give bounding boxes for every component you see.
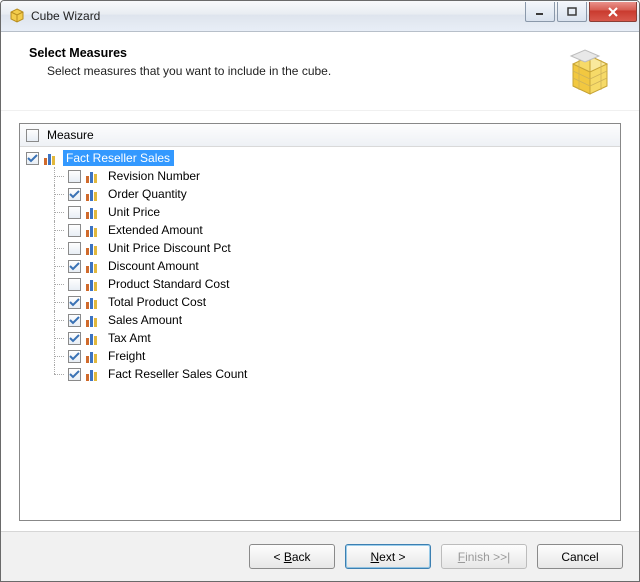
titlebar: Cube Wizard: [1, 1, 639, 32]
header-checkbox[interactable]: [26, 129, 39, 142]
checkbox[interactable]: [68, 188, 81, 201]
wizard-header: Select Measures Select measures that you…: [1, 32, 639, 111]
close-button[interactable]: [589, 2, 637, 22]
tree-header[interactable]: Measure: [20, 124, 620, 147]
tree-item-label[interactable]: Freight: [105, 348, 149, 364]
window-controls: [525, 2, 637, 22]
maximize-button[interactable]: [557, 2, 587, 22]
checkbox[interactable]: [68, 260, 81, 273]
measure-icon: [86, 259, 102, 273]
tree-item[interactable]: Freight: [24, 347, 616, 365]
tree-item[interactable]: Fact Reseller Sales Count: [24, 365, 616, 383]
next-button[interactable]: Next >: [345, 544, 431, 569]
page-title: Select Measures: [29, 46, 563, 60]
tree-elbow: [48, 347, 68, 365]
measure-tree[interactable]: Measure Fact Reseller Sales Revision Numb…: [19, 123, 621, 521]
tree-elbow: [48, 257, 68, 275]
tree-elbow: [48, 203, 68, 221]
checkbox[interactable]: [68, 296, 81, 309]
tree-elbow: [48, 167, 68, 185]
tree-item[interactable]: Total Product Cost: [24, 293, 616, 311]
page-subtitle: Select measures that you want to include…: [47, 64, 563, 78]
checkbox[interactable]: [68, 206, 81, 219]
checkbox[interactable]: [68, 314, 81, 327]
checkbox[interactable]: [68, 350, 81, 363]
measure-icon: [86, 277, 102, 291]
tree-elbow: [48, 365, 68, 383]
measure-icon: [86, 169, 102, 183]
window-title: Cube Wizard: [31, 9, 525, 23]
checkbox[interactable]: [26, 152, 39, 165]
tree-elbow: [48, 293, 68, 311]
measure-icon: [86, 187, 102, 201]
tree-item-label[interactable]: Tax Amt: [105, 330, 155, 346]
checkbox[interactable]: [68, 242, 81, 255]
back-button[interactable]: < Back: [249, 544, 335, 569]
tree-item-label[interactable]: Order Quantity: [105, 186, 191, 202]
measure-icon: [86, 331, 102, 345]
measure-icon: [86, 367, 102, 381]
finish-button: Finish >>|: [441, 544, 527, 569]
tree-item[interactable]: Tax Amt: [24, 329, 616, 347]
tree-item[interactable]: Unit Price: [24, 203, 616, 221]
tree-item[interactable]: Extended Amount: [24, 221, 616, 239]
tree-item-label[interactable]: Fact Reseller Sales Count: [105, 366, 251, 382]
tree-item-label[interactable]: Unit Price: [105, 204, 164, 220]
wizard-window: Cube Wizard Select Measures Select measu…: [0, 0, 640, 582]
tree-item[interactable]: Revision Number: [24, 167, 616, 185]
measure-icon: [44, 151, 60, 165]
checkbox[interactable]: [68, 368, 81, 381]
tree-item-label[interactable]: Unit Price Discount Pct: [105, 240, 235, 256]
tree-body[interactable]: Fact Reseller Sales Revision Number Order …: [20, 147, 620, 520]
tree-elbow: [48, 185, 68, 203]
cube-icon: [563, 46, 617, 100]
tree-elbow: [48, 311, 68, 329]
measure-icon: [86, 205, 102, 219]
app-icon: [9, 8, 25, 24]
measure-icon: [86, 349, 102, 363]
tree-item-label[interactable]: Sales Amount: [105, 312, 186, 328]
tree-item-label[interactable]: Product Standard Cost: [105, 276, 233, 292]
tree-item[interactable]: Discount Amount: [24, 257, 616, 275]
tree-elbow: [48, 221, 68, 239]
measure-icon: [86, 223, 102, 237]
checkbox[interactable]: [68, 170, 81, 183]
tree-group[interactable]: Fact Reseller Sales: [24, 149, 616, 167]
checkbox[interactable]: [68, 278, 81, 291]
tree-item[interactable]: Order Quantity: [24, 185, 616, 203]
tree-item-label[interactable]: Extended Amount: [105, 222, 207, 238]
measure-icon: [86, 295, 102, 309]
tree-elbow: [48, 239, 68, 257]
tree-item[interactable]: Sales Amount: [24, 311, 616, 329]
wizard-body: Measure Fact Reseller Sales Revision Numb…: [1, 111, 639, 531]
checkbox[interactable]: [68, 224, 81, 237]
tree-group-label[interactable]: Fact Reseller Sales: [63, 150, 174, 166]
measure-icon: [86, 241, 102, 255]
minimize-button[interactable]: [525, 2, 555, 22]
tree-item-label[interactable]: Discount Amount: [105, 258, 203, 274]
cancel-button[interactable]: Cancel: [537, 544, 623, 569]
tree-item[interactable]: Unit Price Discount Pct: [24, 239, 616, 257]
tree-item-label[interactable]: Total Product Cost: [105, 294, 210, 310]
tree-elbow: [48, 329, 68, 347]
checkbox[interactable]: [68, 332, 81, 345]
wizard-footer: < Back Next > Finish >>| Cancel: [1, 531, 639, 581]
measure-icon: [86, 313, 102, 327]
tree-item-label[interactable]: Revision Number: [105, 168, 204, 184]
tree-elbow: [48, 275, 68, 293]
tree-item[interactable]: Product Standard Cost: [24, 275, 616, 293]
tree-header-label: Measure: [47, 128, 94, 142]
